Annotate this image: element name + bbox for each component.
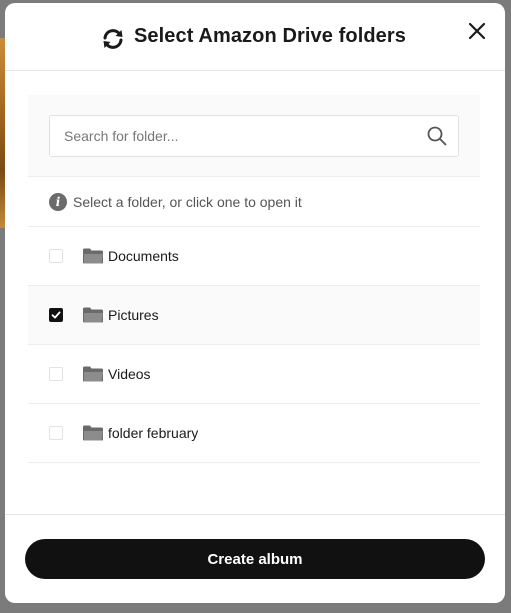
dialog-title: Select Amazon Drive folders bbox=[133, 25, 407, 47]
folder-name[interactable]: Pictures bbox=[108, 307, 159, 323]
folder-checkbox[interactable] bbox=[49, 426, 63, 440]
hint-text: Select a folder, or click one to open it bbox=[73, 193, 302, 210]
folder-name[interactable]: folder february bbox=[108, 425, 198, 441]
folder-row-documents[interactable]: Documents bbox=[28, 227, 480, 286]
dialog-footer: Create album bbox=[5, 514, 505, 603]
folder-icon bbox=[82, 365, 104, 383]
hint-row: i Select a folder, or click one to open … bbox=[28, 177, 480, 227]
dialog-title-group: Select Amazon Drive folders bbox=[100, 22, 406, 52]
folder-row-folder-february[interactable]: folder february bbox=[28, 404, 480, 463]
folder-picker-panel: i Select a folder, or click one to open … bbox=[28, 95, 480, 465]
dialog-header: Select Amazon Drive folders bbox=[5, 3, 505, 71]
close-button[interactable] bbox=[465, 21, 489, 45]
folder-checkbox[interactable] bbox=[49, 249, 63, 263]
info-icon: i bbox=[49, 192, 67, 211]
folder-icon bbox=[82, 424, 104, 442]
folder-checkbox[interactable] bbox=[49, 308, 63, 322]
search-box[interactable] bbox=[49, 115, 459, 157]
folder-name[interactable]: Videos bbox=[108, 366, 151, 382]
folder-checkbox[interactable] bbox=[49, 367, 63, 381]
search-input[interactable] bbox=[64, 128, 426, 144]
folder-row-videos[interactable]: Videos bbox=[28, 345, 480, 404]
folder-name[interactable]: Documents bbox=[108, 248, 179, 264]
search-area bbox=[28, 95, 480, 177]
folder-icon bbox=[82, 306, 104, 324]
search-icon[interactable] bbox=[426, 125, 448, 147]
folder-row-pictures[interactable]: Pictures bbox=[28, 286, 480, 345]
sync-icon bbox=[100, 26, 126, 52]
close-icon[interactable] bbox=[468, 22, 486, 45]
create-album-button[interactable]: Create album bbox=[25, 539, 485, 579]
checkmark-icon bbox=[51, 311, 61, 319]
select-folders-dialog: Select Amazon Drive folders Search for f… bbox=[5, 3, 505, 603]
folder-icon bbox=[82, 247, 104, 265]
